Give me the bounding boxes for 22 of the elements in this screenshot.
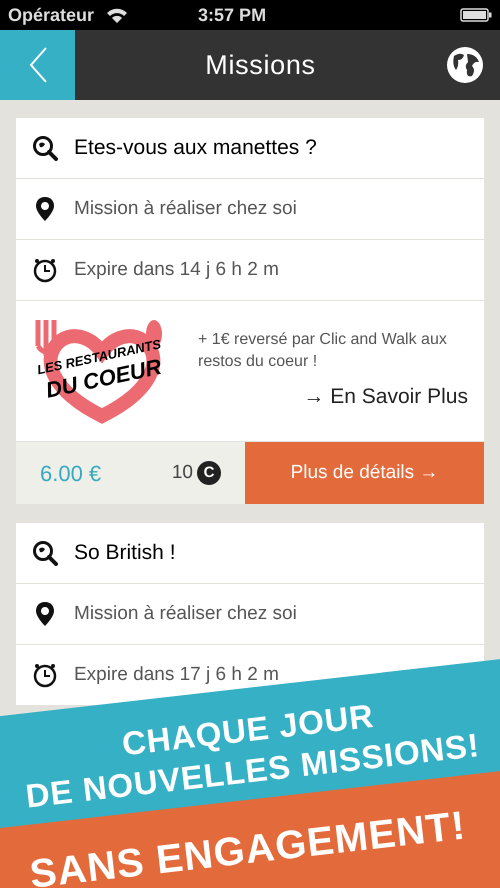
screen-title: Missions (204, 48, 317, 82)
mission-detail: Expire dans 14 j 6 h 2 m (74, 258, 279, 282)
promo-text: + 1€ reversé par Clic and Walk aux restos du coeur ! (198, 330, 448, 372)
price: 6.00 € (40, 460, 102, 488)
status-time: 3:57 PM (198, 4, 266, 26)
coin-count: 10 (172, 460, 193, 485)
carrier-name: Opérateur (8, 4, 94, 27)
mission-title: So British ! (74, 540, 176, 566)
search-icon (32, 135, 58, 161)
alarm-clock-icon (32, 662, 58, 688)
alarm-clock-icon (32, 257, 58, 283)
mission-detail: Expire dans 17 j 6 h 2 m (74, 662, 279, 687)
mission-title: Etes-vous aux manettes ? (74, 135, 317, 162)
mission-detail: Mission à réaliser chez soi (74, 602, 297, 626)
mission-detail: Mission à réaliser chez soi (74, 196, 297, 221)
search-icon (32, 540, 58, 566)
coin-badge: C (197, 461, 221, 485)
battery-icon (460, 8, 492, 22)
globe-icon[interactable] (446, 46, 484, 84)
wifi-icon (106, 7, 128, 23)
back-chevron-icon (28, 46, 48, 84)
learn-more-link[interactable]: → En Savoir Plus (303, 381, 468, 413)
